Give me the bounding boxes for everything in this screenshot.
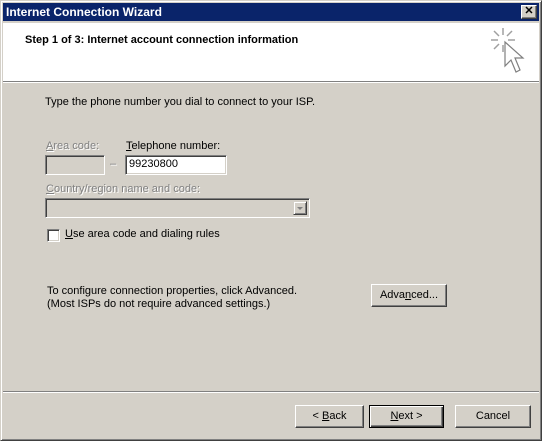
advanced-info-line2: (Most ISPs do not require advanced setti… — [47, 298, 271, 310]
footer-separator — [3, 391, 539, 393]
country-region-combobox[interactable] — [45, 198, 310, 218]
wizard-header: Step 1 of 3: Internet account connection… — [3, 23, 539, 81]
close-button[interactable]: ✕ — [521, 5, 537, 19]
title-bar[interactable]: Internet Connection Wizard ✕ — [3, 3, 539, 21]
close-icon: ✕ — [524, 5, 534, 17]
telephone-number-field[interactable]: 99230800 — [125, 155, 227, 175]
next-button[interactable]: Next > — [369, 405, 444, 428]
area-code-field[interactable] — [45, 155, 105, 175]
instruction-text: Type the phone number you dial to connec… — [45, 96, 316, 108]
telephone-number-label: Telephone number: — [126, 140, 221, 152]
use-area-code-checkbox[interactable] — [47, 229, 60, 242]
advanced-button[interactable]: Advanced... — [371, 284, 447, 307]
chevron-down-icon[interactable] — [293, 201, 307, 215]
cancel-button[interactable]: Cancel — [455, 405, 531, 428]
telephone-number-value: 99230800 — [129, 158, 178, 170]
wizard-sparkle-cursor-icon — [491, 28, 525, 73]
step-title: Step 1 of 3: Internet account connection… — [25, 34, 299, 46]
area-code-dash: – — [110, 158, 117, 170]
country-region-label: Country/region name and code: — [46, 183, 201, 195]
use-area-code-label[interactable]: Use area code and dialing rules — [65, 228, 220, 240]
back-button[interactable]: < Back — [295, 405, 364, 428]
advanced-info-line1: To configure connection properties, clic… — [47, 285, 298, 297]
window-title: Internet Connection Wizard — [6, 5, 162, 19]
header-separator — [3, 81, 539, 83]
wizard-window: Internet Connection Wizard ✕ Step 1 of 3… — [0, 0, 542, 441]
area-code-label: Area code: — [46, 140, 100, 152]
